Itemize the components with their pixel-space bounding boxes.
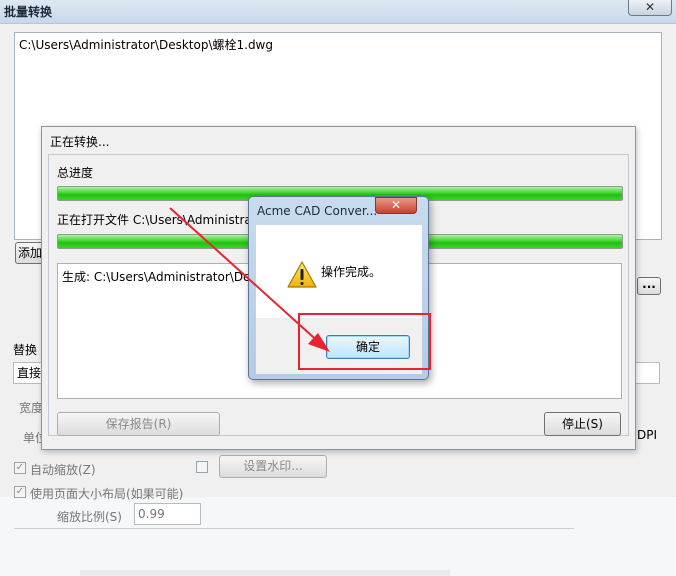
main-titlebar: 批量转换 ✕	[0, 0, 676, 24]
watermark-checkbox[interactable]	[196, 461, 208, 473]
close-icon: ✕	[644, 0, 656, 14]
set-watermark-button[interactable]: 设置水印...	[219, 455, 327, 478]
separator	[80, 570, 450, 576]
main-window-title: 批量转换	[4, 5, 53, 19]
opening-file-label: 正在打开文件 C:\Users\Administrato	[57, 213, 264, 227]
direct-select[interactable]: 直接	[13, 362, 43, 384]
separator	[14, 528, 574, 529]
auto-zoom-checkbox[interactable]: ✓	[14, 462, 26, 474]
total-progress-label: 总进度	[57, 166, 94, 180]
message-text: 操作完成。	[321, 265, 382, 279]
save-report-button[interactable]: 保存报告(R)	[57, 412, 220, 436]
message-box-body: 操作完成。	[256, 225, 422, 318]
highlight-rectangle	[298, 313, 431, 370]
message-box-title: Acme CAD Conver...	[257, 204, 378, 218]
stop-button[interactable]: 停止(S)	[544, 412, 621, 436]
use-page-layout-label: 使用页面大小布局(如果可能)	[30, 487, 184, 501]
close-icon: ✕	[390, 198, 402, 212]
zoom-ratio-input[interactable]: 0.99	[134, 503, 201, 525]
unit-label: 单位	[23, 431, 41, 445]
browse-button[interactable]: ...	[637, 277, 661, 295]
replace-label: 替换	[13, 343, 38, 357]
use-page-layout-checkbox[interactable]: ✓	[14, 486, 26, 498]
log-line: 生成: C:\Users\Administrator\Deskt	[62, 270, 252, 284]
main-close-button[interactable]: ✕	[628, 0, 672, 16]
zoom-ratio-label: 缩放比例(S)	[57, 510, 122, 524]
width-label: 宽度	[19, 401, 41, 415]
warning-icon	[287, 261, 317, 292]
progress-dialog-title: 正在转换...	[50, 135, 110, 149]
dpi-label: DPI	[637, 428, 658, 442]
message-box-close-button[interactable]: ✕	[375, 197, 417, 214]
file-list-item[interactable]: C:\Users\Administrator\Desktop\螺栓1.dwg	[19, 36, 273, 53]
auto-zoom-label: 自动缩放(Z)	[30, 463, 96, 477]
